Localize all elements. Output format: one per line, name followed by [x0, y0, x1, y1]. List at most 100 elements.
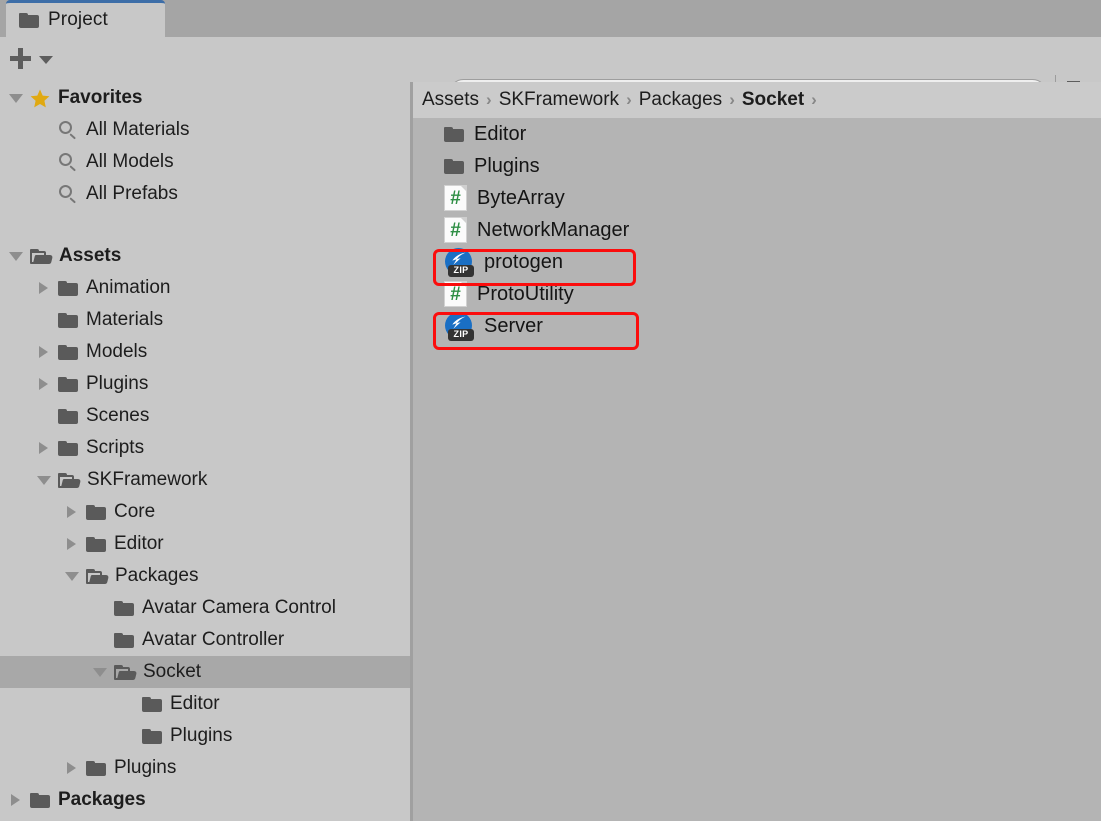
- sidebar-item-avatar-camera-control[interactable]: Avatar Camera Control: [0, 592, 410, 624]
- sidebar-item-materials[interactable]: Materials: [0, 304, 410, 336]
- tree-arrow-placeholder: [120, 720, 136, 752]
- sidebar-item-all-prefabs[interactable]: All Prefabs: [0, 178, 410, 210]
- file-list-item-label: ProtoUtility: [477, 282, 574, 305]
- sidebar-item-editor[interactable]: Editor: [0, 688, 410, 720]
- folder-icon: [114, 632, 134, 648]
- chevron-down-icon[interactable]: [36, 464, 52, 496]
- folder-icon: [19, 12, 39, 28]
- file-list-item[interactable]: Plugins: [413, 150, 1101, 182]
- chevron-right-icon[interactable]: [64, 752, 80, 784]
- breadcrumb-item-skframework[interactable]: SKFramework: [499, 89, 619, 111]
- folder-icon: [142, 728, 162, 744]
- sidebar-item-label: Avatar Camera Control: [142, 597, 336, 618]
- tree-arrow-placeholder: [36, 114, 52, 146]
- folder-icon: [58, 440, 78, 456]
- file-list-item[interactable]: ZIP protogen: [413, 246, 1101, 278]
- folder-open-icon: [30, 248, 53, 264]
- file-list-item[interactable]: ZIP Server: [413, 310, 1101, 342]
- chevron-down-icon[interactable]: [8, 82, 24, 114]
- chevron-right-icon[interactable]: [36, 336, 52, 368]
- file-list-item[interactable]: # NetworkManager: [413, 214, 1101, 246]
- create-button[interactable]: [10, 42, 68, 75]
- sidebar-item-models[interactable]: Models: [0, 336, 410, 368]
- breadcrumb-item-assets[interactable]: Assets: [422, 89, 479, 111]
- folder-icon: [444, 126, 464, 142]
- chevron-right-icon[interactable]: [36, 272, 52, 304]
- sidebar-item-label: All Materials: [86, 119, 190, 140]
- sidebar-item-label: Editor: [170, 693, 220, 714]
- sidebar-item-plugins[interactable]: Plugins: [0, 720, 410, 752]
- breadcrumb-item-packages[interactable]: Packages: [639, 89, 722, 111]
- chevron-right-icon[interactable]: [36, 368, 52, 400]
- sidebar-item-label: Scripts: [86, 437, 145, 458]
- sidebar-item-all-materials[interactable]: All Materials: [0, 114, 410, 146]
- chevron-right-icon[interactable]: [8, 784, 24, 816]
- plus-icon: [10, 48, 31, 69]
- breadcrumb-item-socket[interactable]: Socket: [742, 89, 804, 111]
- file-list-item[interactable]: # ByteArray: [413, 182, 1101, 214]
- chevron-right-icon[interactable]: [64, 528, 80, 560]
- folder-icon: [58, 408, 78, 424]
- chevron-down-icon[interactable]: [64, 560, 80, 592]
- sidebar-item-plugins[interactable]: Plugins: [0, 752, 410, 784]
- sidebar-item-core[interactable]: Core: [0, 496, 410, 528]
- chevron-right-icon[interactable]: [64, 496, 80, 528]
- tree-arrow-placeholder: [36, 400, 52, 432]
- file-list-item[interactable]: Editor: [413, 118, 1101, 150]
- folder-icon: [86, 504, 106, 520]
- breadcrumb: Assets › SKFramework › Packages › Socket ›: [413, 82, 1101, 118]
- toolbar: [0, 37, 1101, 118]
- sidebar-item-favorites[interactable]: Favorites: [0, 82, 410, 114]
- sidebar-item-label: Plugins: [86, 373, 149, 394]
- folder-open-icon: [114, 664, 137, 680]
- sidebar-item-socket[interactable]: Socket: [0, 656, 410, 688]
- sidebar-item-assets[interactable]: Assets: [0, 240, 410, 272]
- sidebar-item-packages[interactable]: Packages: [0, 784, 410, 816]
- sidebar-item-plugins[interactable]: Plugins: [0, 368, 410, 400]
- file-list-item-label: ByteArray: [477, 186, 565, 209]
- sidebar-item-label: Plugins: [114, 757, 177, 778]
- sidebar-item-label: Models: [86, 341, 148, 362]
- breadcrumb-separator-icon: ›: [811, 90, 817, 109]
- sidebar-item-label: All Models: [86, 151, 174, 172]
- sidebar-item-label: Editor: [114, 533, 164, 554]
- breadcrumb-separator-icon: ›: [486, 90, 492, 109]
- tree-arrow-placeholder: [36, 146, 52, 178]
- sidebar-item-skframework[interactable]: SKFramework: [0, 464, 410, 496]
- chevron-right-icon[interactable]: [36, 432, 52, 464]
- chevron-down-icon[interactable]: [8, 240, 24, 272]
- sidebar-item-all-models[interactable]: All Models: [0, 146, 410, 178]
- folder-tree-panel[interactable]: Favorites All Materials All Models All Pref…: [0, 82, 410, 821]
- zip-archive-icon: ZIP: [444, 247, 474, 277]
- chevron-down-icon[interactable]: [92, 656, 108, 688]
- sidebar-item-editor[interactable]: Editor: [0, 528, 410, 560]
- sidebar-item-scripts[interactable]: Scripts: [0, 432, 410, 464]
- sidebar-item-scenes[interactable]: Scenes: [0, 400, 410, 432]
- file-list-item[interactable]: # ProtoUtility: [413, 278, 1101, 310]
- folder-icon: [58, 280, 78, 296]
- folder-icon: [142, 696, 162, 712]
- tab-project[interactable]: Project: [6, 0, 165, 37]
- search-icon: [58, 153, 78, 172]
- sidebar-item-packages[interactable]: Packages: [0, 560, 410, 592]
- sidebar-item-avatar-controller[interactable]: Avatar Controller: [0, 624, 410, 656]
- csharp-script-icon: #: [444, 217, 467, 243]
- search-icon: [58, 121, 78, 140]
- file-list-panel[interactable]: Editor Plugins # ByteArray # NetworkManager ZI…: [413, 82, 1101, 821]
- sidebar-item-animation[interactable]: Animation: [0, 272, 410, 304]
